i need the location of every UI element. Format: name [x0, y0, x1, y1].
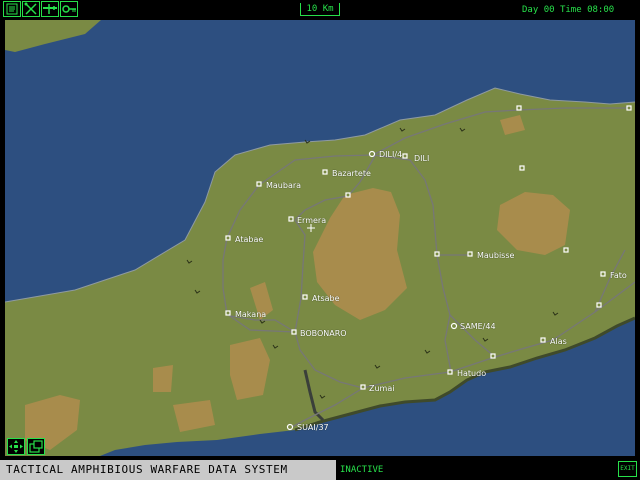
notes-icon-button[interactable] — [3, 1, 21, 17]
map-terrain — [5, 20, 635, 456]
city-label-alas[interactable]: Alas — [550, 337, 567, 346]
window-button[interactable] — [27, 438, 45, 455]
tactical-map[interactable]: DILI/4 DILI Bazartete Maubara Ermera Ata… — [5, 20, 635, 456]
time-label: Time — [559, 5, 582, 15]
exit-button[interactable]: EXIT — [618, 461, 637, 477]
key-icon — [62, 5, 76, 13]
window-icon — [29, 440, 43, 453]
city-label-bazartete[interactable]: Bazartete — [332, 169, 371, 178]
system-title: TACTICAL AMPHIBIOUS WARFARE DATA SYSTEM — [0, 460, 336, 480]
city-label-dili-airfield[interactable]: DILI/4 — [379, 150, 402, 159]
day-value: 00 — [543, 5, 555, 15]
city-label-dili[interactable]: DILI — [414, 154, 429, 163]
aircraft-button[interactable] — [41, 1, 59, 17]
city-label-ermera[interactable]: Ermera — [297, 216, 326, 225]
pan-button[interactable] — [7, 438, 25, 455]
pan-arrows-icon — [9, 440, 23, 453]
city-label-maubisse[interactable]: Maubisse — [477, 251, 514, 260]
time-value: 08:00 — [587, 5, 615, 15]
map-scale-label: 10 Km — [306, 4, 334, 14]
city-label-hatudo[interactable]: Hatudo — [457, 369, 486, 378]
city-label-bobonaro[interactable]: BOBONARO — [300, 329, 347, 338]
map-scale-indicator: 10 Km — [300, 3, 340, 16]
day-label: Day — [522, 5, 539, 15]
notes-icon — [6, 3, 18, 15]
city-label-suai-airfield[interactable]: SUAI/37 — [297, 423, 329, 432]
city-label-zumai[interactable]: Zumai — [369, 384, 394, 393]
game-clock: Day 00 Time 08:00 — [522, 5, 614, 15]
city-label-atsabe[interactable]: Atsabe — [312, 294, 340, 303]
highland-small — [153, 365, 173, 392]
city-label-fato[interactable]: Fato — [610, 271, 627, 280]
city-label-maubara[interactable]: Maubara — [266, 181, 301, 190]
crossed-tools-icon — [24, 2, 37, 15]
city-label-same-airfield[interactable]: SAME/44 — [460, 322, 496, 331]
key-button[interactable] — [60, 1, 78, 17]
city-label-atabae[interactable]: Atabae — [235, 235, 263, 244]
city-label-makana[interactable]: Makana — [235, 310, 266, 319]
top-bar: 10 Km Day 00 Time 08:00 — [0, 0, 640, 20]
tools-button[interactable] — [22, 1, 40, 17]
status-indicator: INACTIVE — [340, 465, 384, 475]
aircraft-icon — [43, 4, 57, 14]
